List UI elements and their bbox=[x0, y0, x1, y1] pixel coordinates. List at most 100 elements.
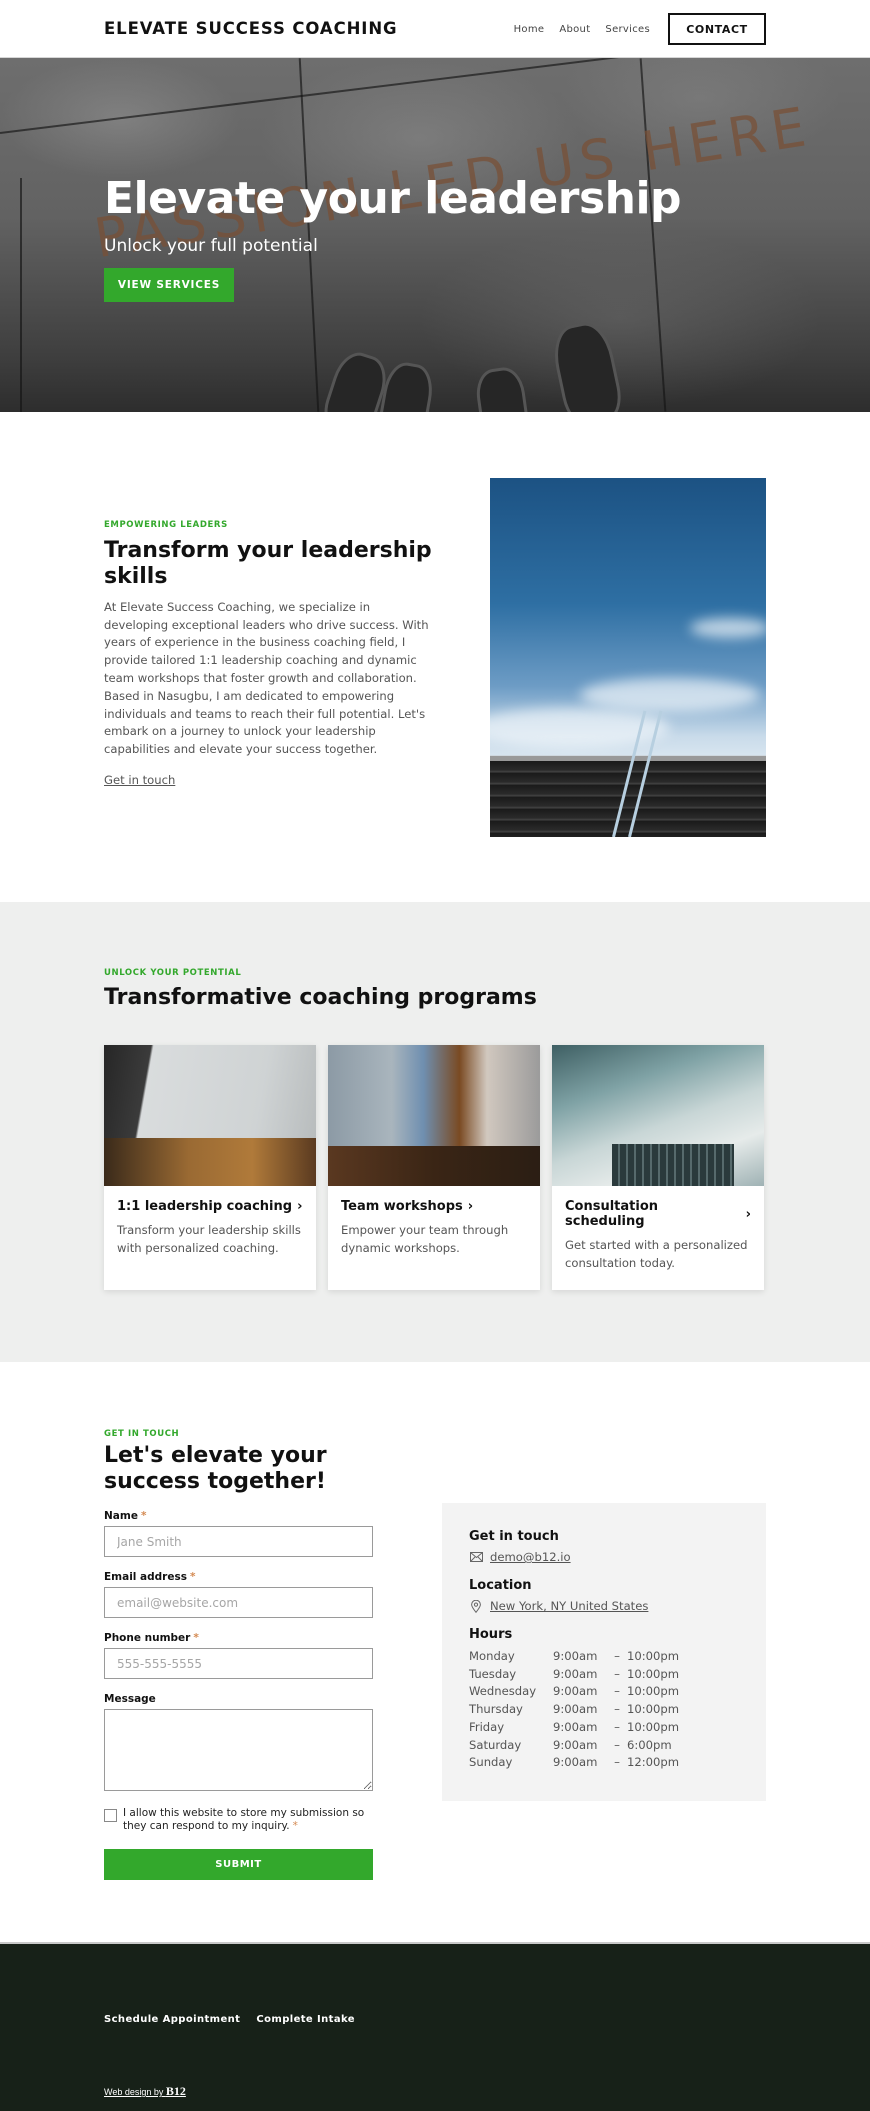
card-title[interactable]: 1:1 leadership coaching › bbox=[117, 1199, 303, 1214]
hours-row: Monday 9:00am –10:00pm bbox=[469, 1648, 739, 1666]
hours-table: Monday 9:00am –10:00pm Tuesday 9:00am –10:00… bbox=[469, 1648, 739, 1772]
name-input[interactable] bbox=[104, 1526, 373, 1557]
web-design-credit-link[interactable]: Web design by B12 bbox=[104, 2084, 186, 2099]
hours-close: 10:00pm bbox=[627, 1666, 680, 1681]
consent-text: I allow this website to store my submiss… bbox=[123, 1807, 365, 1832]
contact-title: Let's elevate your success together! bbox=[104, 1443, 327, 1495]
about-section: EMPOWERING LEADERS Transform your leader… bbox=[0, 412, 870, 902]
hours-row: Wednesday 9:00am –10:00pm bbox=[469, 1683, 739, 1701]
hours-dash: – bbox=[614, 1719, 620, 1734]
hours-row: Sunday 9:00am –12:00pm bbox=[469, 1754, 739, 1772]
site-header: ELEVATE SUCCESS COACHING Home About Serv… bbox=[0, 0, 870, 58]
hours-day: Tuesday bbox=[469, 1666, 517, 1681]
about-body: At Elevate Success Coaching, we speciali… bbox=[104, 599, 429, 757]
hours-day: Monday bbox=[469, 1649, 515, 1663]
about-text: EMPOWERING LEADERS Transform your leader… bbox=[104, 520, 434, 788]
card-title[interactable]: Team workshops › bbox=[341, 1199, 527, 1214]
about-eyebrow: EMPOWERING LEADERS bbox=[104, 520, 228, 530]
footer-links: Schedule Appointment Complete Intake bbox=[104, 2014, 355, 2025]
site-footer: Schedule Appointment Complete Intake Web… bbox=[0, 1942, 870, 2111]
site-logo[interactable]: ELEVATE SUCCESS COACHING bbox=[104, 19, 397, 38]
location-link[interactable]: New York, NY United States bbox=[490, 1599, 648, 1613]
card-image-team-workshop bbox=[328, 1045, 540, 1186]
services-eyebrow: UNLOCK YOUR POTENTIAL bbox=[104, 968, 242, 978]
card-body: Consultation scheduling › Get started wi… bbox=[552, 1186, 764, 1273]
get-in-touch-link[interactable]: Get in touch bbox=[104, 773, 175, 787]
card-image-coaching-meeting bbox=[104, 1045, 316, 1186]
hours-dash: – bbox=[614, 1702, 620, 1717]
phone-label-text: Phone number bbox=[104, 1632, 191, 1644]
email-link[interactable]: demo@b12.io bbox=[490, 1550, 571, 1564]
card-description: Get started with a personalized consulta… bbox=[565, 1238, 748, 1270]
chevron-right-icon: › bbox=[297, 1199, 303, 1214]
services-section: UNLOCK YOUR POTENTIAL Transformative coa… bbox=[0, 902, 870, 1362]
hours-open: 9:00am bbox=[553, 1649, 598, 1663]
hours-open: 9:00am bbox=[553, 1737, 598, 1752]
required-mark: * bbox=[292, 1820, 298, 1832]
location-row: New York, NY United States bbox=[469, 1599, 739, 1613]
hours-row: Saturday 9:00am –6:00pm bbox=[469, 1737, 739, 1755]
required-mark: * bbox=[189, 1571, 196, 1583]
required-mark: * bbox=[193, 1632, 199, 1644]
message-textarea[interactable] bbox=[104, 1709, 373, 1791]
service-card-leadership-coaching[interactable]: 1:1 leadership coaching › Transform your… bbox=[104, 1045, 316, 1290]
hero-section: PASSION LED US HERE Elevate your leaders… bbox=[0, 58, 870, 412]
contact-form: Name* Email address* Phone number* Messa… bbox=[104, 1510, 373, 1880]
hours-dash: – bbox=[614, 1666, 620, 1681]
footer-schedule-appointment[interactable]: Schedule Appointment bbox=[104, 2014, 240, 2025]
submit-button[interactable]: SUBMIT bbox=[104, 1849, 373, 1880]
hours-dash: – bbox=[614, 1649, 620, 1663]
email-label: Email address * bbox=[104, 1571, 373, 1583]
get-in-touch-heading: Get in touch bbox=[469, 1529, 559, 1544]
hours-day: Wednesday bbox=[469, 1684, 537, 1699]
hours-open: 9:00am bbox=[553, 1702, 598, 1717]
hours-day: Friday bbox=[469, 1719, 505, 1734]
message-label: Message bbox=[104, 1693, 156, 1705]
hours-heading: Hours bbox=[469, 1627, 513, 1642]
card-title-text: 1:1 leadership coaching bbox=[117, 1199, 293, 1214]
view-services-button[interactable]: VIEW SERVICES bbox=[104, 268, 234, 303]
about-title: Transform your leadership skills bbox=[104, 538, 432, 590]
hours-close: 10:00pm bbox=[627, 1719, 680, 1734]
email-input[interactable] bbox=[104, 1587, 373, 1618]
service-card-consultation-scheduling[interactable]: Consultation scheduling › Get started wi… bbox=[552, 1045, 764, 1290]
hours-day: Saturday bbox=[469, 1737, 522, 1752]
nav-about[interactable]: About bbox=[559, 24, 590, 35]
about-image-stadium-sky bbox=[490, 478, 766, 837]
hero-bg-shoe bbox=[375, 359, 437, 412]
consent-checkbox[interactable] bbox=[104, 1809, 117, 1822]
contact-section: GET IN TOUCH Let's elevate your success … bbox=[0, 1362, 870, 1942]
hours-dash: – bbox=[614, 1684, 620, 1699]
image-cloud bbox=[580, 678, 760, 712]
hours-open: 9:00am bbox=[553, 1684, 598, 1699]
main-nav: Home About Services CONTACT bbox=[514, 13, 766, 45]
nav-services[interactable]: Services bbox=[605, 24, 650, 35]
hours-close: 6:00pm bbox=[627, 1737, 672, 1752]
hours-day: Sunday bbox=[469, 1755, 513, 1770]
hero-bg-shoe bbox=[473, 365, 531, 412]
services-title: Transformative coaching programs bbox=[104, 985, 537, 1010]
nav-home[interactable]: Home bbox=[514, 24, 545, 35]
card-image-laptop-consultation bbox=[552, 1045, 764, 1186]
name-label: Name * bbox=[104, 1510, 373, 1522]
contact-button[interactable]: CONTACT bbox=[668, 13, 766, 45]
chevron-right-icon: › bbox=[745, 1206, 751, 1222]
contact-info-box: Get in touch demo@b12.io Location New Yo… bbox=[442, 1503, 766, 1801]
card-title[interactable]: Consultation scheduling › bbox=[565, 1199, 751, 1229]
hero-bg-shoe bbox=[548, 318, 626, 412]
hours-close: 10:00pm bbox=[627, 1702, 680, 1717]
contact-eyebrow: GET IN TOUCH bbox=[104, 1429, 180, 1439]
card-description: Empower your team through dynamic worksh… bbox=[341, 1223, 509, 1255]
hours-dash: – bbox=[614, 1737, 620, 1752]
consent-row: I allow this website to store my submiss… bbox=[104, 1807, 373, 1833]
hero-title: Elevate your leadership bbox=[104, 173, 682, 224]
email-label-text: Email address bbox=[104, 1571, 187, 1583]
card-title-text: Team workshops bbox=[341, 1199, 463, 1214]
service-card-team-workshops[interactable]: Team workshops › Empower your team throu… bbox=[328, 1045, 540, 1290]
hero-subtitle: Unlock your full potential bbox=[104, 236, 318, 257]
hours-row: Friday 9:00am –10:00pm bbox=[469, 1719, 739, 1737]
footer-complete-intake[interactable]: Complete Intake bbox=[256, 2014, 355, 2025]
b12-brand-logo: B12 bbox=[165, 2084, 186, 2098]
phone-input[interactable] bbox=[104, 1648, 373, 1679]
hours-open: 9:00am bbox=[553, 1666, 598, 1681]
